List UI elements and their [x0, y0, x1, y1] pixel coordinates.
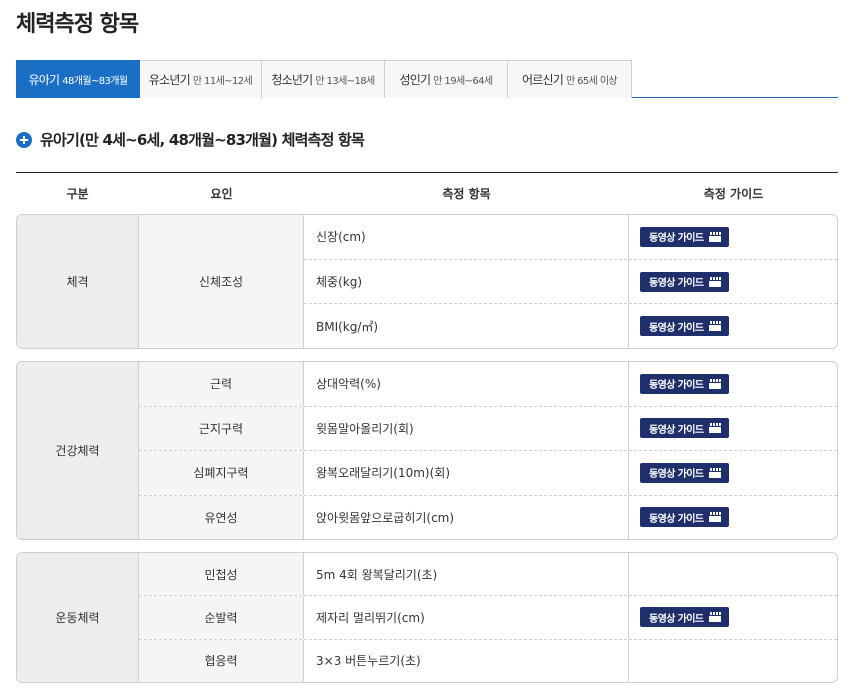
section-title: 유아기(만 4세~6세, 48개월~83개월) 체력측정 항목 — [16, 129, 365, 150]
table-row: 체중(kg) 동영상 가이드 — [304, 259, 837, 305]
age-tabs: 유아기 48개월~83개월 유소년기 만 11세~12세 청소년기 만 13세~18세… — [16, 60, 838, 98]
section-title-text: 유아기(만 4세~6세, 48개월~83개월) 체력측정 항목 — [40, 131, 365, 149]
clapperboard-icon — [709, 276, 722, 287]
tab-sub: 48개월~83개월 — [62, 76, 128, 87]
guide-label: 동영상 가이드 — [649, 380, 704, 392]
guide-label: 동영상 가이드 — [649, 278, 704, 289]
header-guide: 측정 가이드 — [703, 187, 764, 201]
factor-cell: 유연성 — [139, 495, 304, 539]
item-cell: 체중(kg) — [304, 259, 629, 304]
tab-sub: 만 11세~12세 — [192, 76, 253, 87]
factor-cell: 순발력 — [139, 596, 304, 639]
factor-cell: 신체조성 — [139, 215, 304, 348]
item-cell: 신장(cm) — [304, 215, 629, 259]
video-guide-button[interactable]: 동영상 가이드 — [640, 462, 730, 483]
item-cell: 왕복오래달리기(10m)(회) — [304, 451, 629, 495]
video-guide-button[interactable]: 동영상 가이드 — [640, 507, 730, 528]
tab-label: 청소년기 — [271, 73, 313, 87]
table-row: 심폐지구력 왕복오래달리기(10m)(회) 동영상 가이드 — [139, 451, 837, 496]
item-cell: BMI(kg/㎡) — [304, 304, 629, 348]
factor-cell: 근지구력 — [139, 406, 304, 450]
tab-sub: 만 19세~64세 — [433, 76, 493, 87]
factor-cell: 민첩성 — [139, 553, 304, 596]
guide-label: 동영상 가이드 — [649, 469, 704, 481]
table-row: 협응력 3×3 버튼누르기(초) — [139, 639, 837, 682]
tab-label: 성인기 — [399, 73, 432, 87]
table-group-physique: 체격 신체조성 신장(cm) 동영상 가이드 체중(kg) 동영상 가이드 BM… — [16, 214, 838, 349]
guide-label: 동영상 가이드 — [649, 233, 704, 245]
tab-youth[interactable]: 청소년기 만 13세~18세 — [262, 60, 385, 98]
header-item: 측정 항목 — [442, 187, 491, 201]
plus-circle-icon — [16, 131, 32, 148]
guide-label: 동영상 가이드 — [649, 322, 704, 334]
video-guide-button[interactable]: 동영상 가이드 — [640, 226, 730, 247]
guide-cell-empty — [629, 553, 837, 595]
category-cell: 운동체력 — [17, 553, 139, 682]
table-row: 순발력 제자리 멀리뛰기(cm) 동영상 가이드 — [139, 596, 837, 640]
clapperboard-icon — [709, 467, 722, 478]
table-row: 민첩성 5m 4회 왕복달리기(초) — [139, 553, 837, 597]
item-cell: 윗몸말아올리기(회) — [304, 406, 629, 450]
table-group-health: 건강체력 근력 상대악력(%) 동영상 가이드 근지구력 윗몸말아올리기(회) … — [16, 361, 838, 540]
table-row: 신장(cm) 동영상 가이드 — [304, 215, 837, 260]
clapperboard-icon — [709, 612, 722, 623]
table-header: 구분 요인 측정 항목 측정 가이드 — [16, 172, 838, 214]
video-guide-button[interactable]: 동영상 가이드 — [640, 373, 730, 394]
clapperboard-icon — [709, 321, 722, 332]
clapperboard-icon — [709, 378, 722, 389]
table-row: 근지구력 윗몸말아올리기(회) 동영상 가이드 — [139, 406, 837, 451]
item-cell: 3×3 버튼누르기(초) — [304, 639, 629, 682]
table-row: BMI(kg/㎡) 동영상 가이드 — [304, 304, 837, 348]
tab-senior[interactable]: 어르신기 만 65세 이상 — [508, 60, 632, 98]
category-cell: 건강체력 — [17, 362, 139, 539]
tab-infant[interactable]: 유아기 48개월~83개월 — [16, 60, 140, 98]
tab-child[interactable]: 유소년기 만 11세~12세 — [140, 60, 262, 98]
clapperboard-icon — [709, 231, 722, 242]
tab-label: 유소년기 — [148, 73, 191, 87]
video-guide-button[interactable]: 동영상 가이드 — [640, 418, 730, 439]
video-guide-button[interactable]: 동영상 가이드 — [640, 316, 730, 337]
table-group-fitness: 운동체력 민첩성 5m 4회 왕복달리기(초) 순발력 제자리 멀리뛰기(cm)… — [16, 552, 838, 683]
item-cell: 상대악력(%) — [304, 362, 629, 406]
factor-cell: 심폐지구력 — [139, 451, 304, 495]
tab-label: 유아기 — [28, 73, 61, 87]
item-cell: 제자리 멀리뛰기(cm) — [304, 596, 629, 639]
tab-sub: 만 13세~18세 — [315, 76, 375, 87]
clapperboard-icon — [709, 423, 722, 434]
tab-sub: 만 65세 이상 — [565, 76, 618, 87]
page-title: 체력측정 항목 — [16, 12, 139, 37]
tab-label: 어르신기 — [521, 73, 564, 87]
tab-adult[interactable]: 성인기 만 19세~64세 — [385, 60, 508, 98]
video-guide-button[interactable]: 동영상 가이드 — [640, 607, 730, 628]
guide-label: 동영상 가이드 — [649, 513, 704, 525]
guide-cell-empty — [629, 640, 837, 682]
item-cell: 5m 4회 왕복달리기(초) — [304, 553, 629, 596]
guide-label: 동영상 가이드 — [649, 424, 704, 436]
clapperboard-icon — [709, 512, 722, 523]
factor-cell: 협응력 — [139, 639, 304, 682]
factor-cell: 근력 — [139, 362, 304, 406]
guide-label: 동영상 가이드 — [649, 613, 704, 625]
table-row: 유연성 앉아윗몸앞으로굽히기(cm) 동영상 가이드 — [139, 495, 837, 539]
header-factor: 요인 — [210, 187, 233, 201]
category-cell: 체격 — [17, 215, 139, 348]
header-category: 구분 — [66, 187, 89, 201]
item-cell: 앉아윗몸앞으로굽히기(cm) — [304, 495, 629, 539]
video-guide-button[interactable]: 동영상 가이드 — [640, 271, 730, 292]
table-row: 근력 상대악력(%) 동영상 가이드 — [139, 362, 837, 407]
